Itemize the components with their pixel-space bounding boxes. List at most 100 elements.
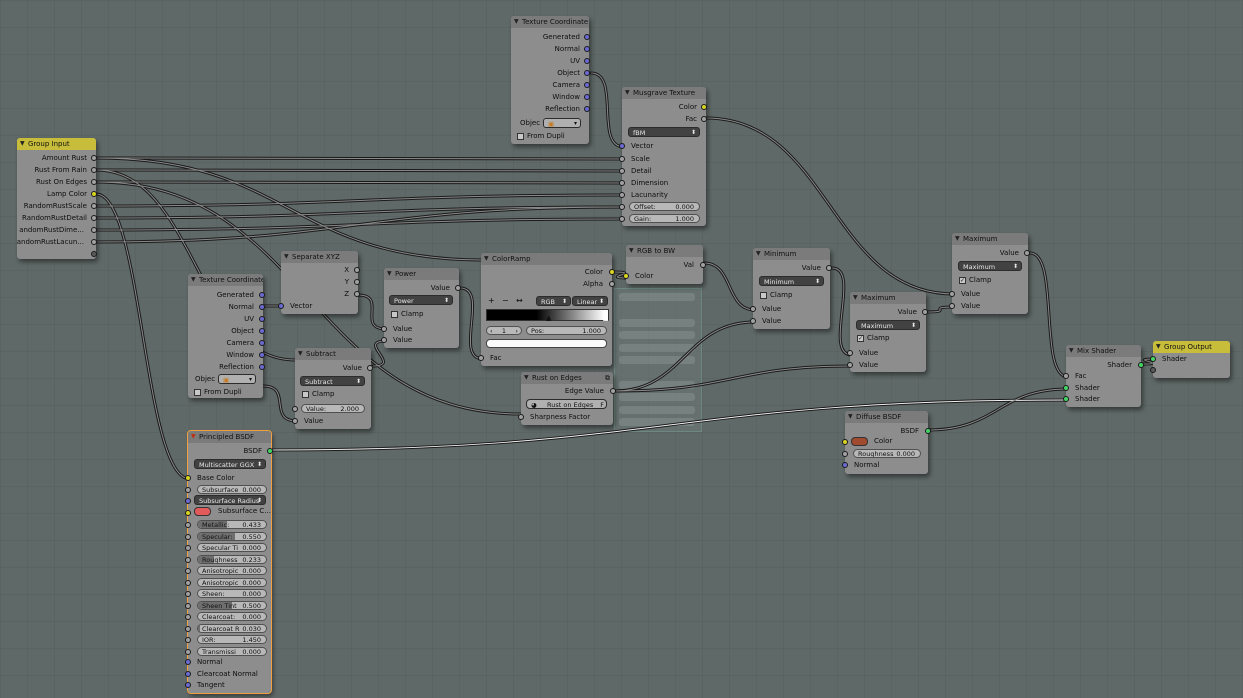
input-socket[interactable]: [381, 326, 387, 332]
input-socket[interactable]: [185, 568, 191, 574]
from-dupli-checkbox[interactable]: [194, 389, 201, 396]
output-socket[interactable]: [354, 291, 360, 297]
rust-on-edges-group-node[interactable]: ▼ Rust on Edges ⧉ Edge Value ◕ Rust on Edge…: [518, 372, 616, 425]
add-stop-button[interactable]: +: [488, 295, 495, 307]
principled-value-field[interactable]: Anisotropic 0.000: [197, 566, 267, 575]
node-header[interactable]: ▼ ColorRamp: [481, 253, 612, 265]
math-subtract-node[interactable]: ▼ Subtract Value Subtract ⬍ Clamp Value: 2.…: [292, 348, 373, 429]
output-socket[interactable]: [584, 94, 590, 100]
node-header[interactable]: ▼ Texture Coordinate: [188, 274, 263, 286]
input-socket[interactable]: [842, 462, 848, 468]
output-socket[interactable]: [584, 70, 590, 76]
input-socket[interactable]: [1150, 356, 1156, 362]
diffuse-bsdf-node[interactable]: ▼ Diffuse BSDF BSDF Color Roughness 0.000 …: [842, 411, 931, 474]
input-socket[interactable]: [847, 350, 853, 356]
colorramp-node[interactable]: ▼ ColorRamp Color Alpha + − ↔ RGB ⬍ Linear…: [478, 253, 615, 366]
input-socket[interactable]: [619, 168, 625, 174]
node-header[interactable]: ▼ Separate XYZ: [281, 251, 358, 263]
output-socket[interactable]: [354, 267, 360, 273]
node-tree-selector[interactable]: ◕ Rust on Edges F: [526, 399, 607, 409]
input-socket[interactable]: [185, 682, 191, 688]
node-header[interactable]: ▼ Minimum: [753, 248, 830, 260]
ramp-stop-handle-icon[interactable]: ▲: [546, 314, 551, 322]
input-socket[interactable]: [1063, 373, 1069, 379]
from-dupli-checkbox[interactable]: [517, 133, 524, 140]
operation-dropdown[interactable]: Maximum ⬍: [958, 261, 1022, 271]
principled-value-field[interactable]: Roughness 0.233: [197, 555, 267, 564]
value-field[interactable]: Value: 2.000: [301, 404, 365, 413]
color-swatch[interactable]: [851, 437, 868, 446]
input-socket[interactable]: [185, 522, 191, 528]
node-header[interactable]: ▼ Mix Shader: [1066, 345, 1141, 357]
output-socket[interactable]: [259, 340, 265, 346]
output-socket[interactable]: [91, 203, 97, 209]
output-socket[interactable]: [584, 82, 590, 88]
output-socket[interactable]: [584, 58, 590, 64]
input-socket[interactable]: [619, 192, 625, 198]
roughness-field[interactable]: Roughness 0.000: [853, 449, 921, 458]
node-group-icon[interactable]: ⧉: [605, 372, 610, 384]
input-socket[interactable]: [185, 580, 191, 586]
input-socket[interactable]: [185, 498, 191, 504]
output-socket[interactable]: [91, 191, 97, 197]
output-socket[interactable]: [700, 262, 706, 268]
input-socket[interactable]: [185, 475, 191, 481]
collapse-arrow-icon[interactable]: ▼: [1069, 345, 1074, 357]
node-header[interactable]: ▼ Subtract: [295, 348, 371, 360]
principled-value-field[interactable]: Clearcoat: 0.000: [197, 612, 267, 621]
output-socket[interactable]: [91, 239, 97, 245]
input-socket[interactable]: [623, 273, 629, 279]
output-socket[interactable]: [367, 365, 373, 371]
node-editor-canvas[interactable]: ▼ Group Input Amount Rust Rust From Rain …: [0, 0, 1243, 698]
operation-dropdown[interactable]: Maximum ⬍: [856, 320, 920, 330]
principled-value-field[interactable]: Specular: 0.550: [197, 532, 267, 541]
input-socket[interactable]: [949, 291, 955, 297]
musgrave-type-dropdown[interactable]: fBM ⬍: [628, 127, 700, 137]
stop-color-swatch[interactable]: [486, 339, 607, 348]
input-socket[interactable]: [185, 659, 191, 665]
principled-value-field[interactable]: Sheen Tint 0.500: [197, 601, 267, 610]
input-socket[interactable]: [619, 156, 625, 162]
output-socket[interactable]: [259, 364, 265, 370]
output-socket[interactable]: [354, 279, 360, 285]
principled-value-field[interactable]: Clearcoat R 0.030: [197, 624, 267, 633]
principled-value-field[interactable]: Subsurface 0.000: [197, 485, 267, 494]
input-socket[interactable]: [619, 143, 625, 149]
input-socket[interactable]: [750, 306, 756, 312]
output-socket[interactable]: [1138, 362, 1144, 368]
collapse-arrow-icon[interactable]: ▼: [1156, 341, 1161, 353]
input-socket[interactable]: [842, 439, 848, 445]
output-socket[interactable]: [701, 116, 707, 122]
clamp-checkbox[interactable]: ✓: [959, 277, 966, 284]
position-field[interactable]: Pos: 1.000: [526, 326, 607, 335]
output-socket[interactable]: [259, 292, 265, 298]
color-swatch[interactable]: [194, 507, 211, 516]
input-socket[interactable]: [1063, 396, 1069, 402]
node-header[interactable]: ▼ Group Output: [1153, 341, 1230, 353]
subsurface-method-dropdown[interactable]: Subsurface Radius ⬍: [194, 495, 266, 505]
output-socket[interactable]: [609, 281, 615, 287]
input-socket[interactable]: [278, 303, 284, 309]
output-socket[interactable]: [922, 309, 928, 315]
output-socket[interactable]: [610, 388, 616, 394]
output-socket[interactable]: [455, 285, 461, 291]
rgb-to-bw-node[interactable]: ▼ RGB to BW Val Color: [623, 245, 706, 284]
output-socket[interactable]: [259, 304, 265, 310]
node-header[interactable]: ▼ Rust on Edges ⧉: [521, 372, 613, 384]
input-socket[interactable]: [949, 303, 955, 309]
clamp-checkbox[interactable]: [302, 391, 309, 398]
collapse-arrow-icon[interactable]: ▼: [756, 248, 761, 260]
fake-user-button[interactable]: F: [600, 400, 604, 410]
output-socket[interactable]: [267, 448, 273, 454]
node-header[interactable]: ▼ Power: [384, 268, 459, 280]
output-socket[interactable]: [91, 227, 97, 233]
principled-bsdf-node[interactable]: ▼ Principled BSDF BSDF Multiscatter GGX ⬍ …: [185, 430, 273, 694]
principled-value-field[interactable]: Anisotropic 0.000: [197, 578, 267, 587]
input-socket[interactable]: [185, 626, 191, 632]
math-maximum-node[interactable]: ▼ Maximum Value Maximum ⬍ ✓ Clamp Value Va…: [847, 292, 928, 372]
collapse-arrow-icon[interactable]: ▼: [191, 274, 196, 286]
input-socket[interactable]: [619, 180, 625, 186]
ramp-stop-handle-icon[interactable]: ▲: [603, 314, 608, 322]
input-socket[interactable]: [185, 671, 191, 677]
principled-value-field[interactable]: Metallic: 0.433: [197, 520, 267, 529]
